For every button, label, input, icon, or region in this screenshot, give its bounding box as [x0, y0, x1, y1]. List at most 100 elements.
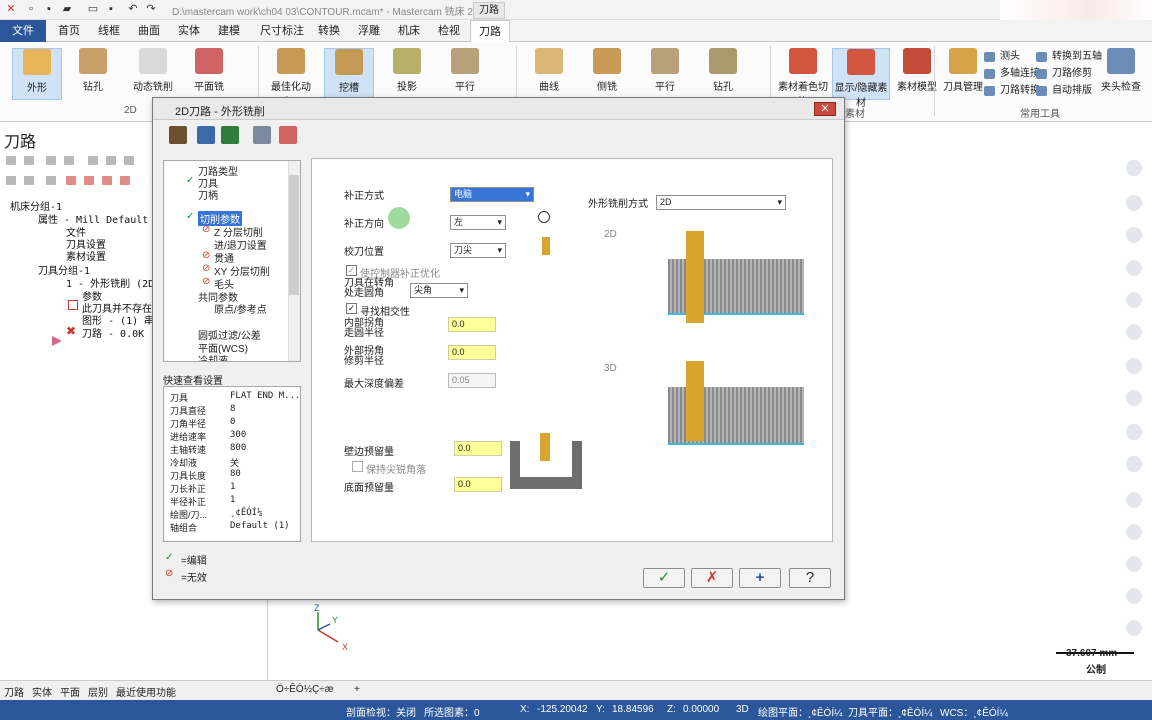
close-button[interactable]: ✕	[814, 102, 836, 116]
tree-scrollbar[interactable]	[288, 161, 300, 361]
tab-view[interactable]: 检视	[430, 20, 468, 42]
curve-button[interactable]: 曲线	[524, 48, 574, 100]
tab-levels-panel[interactable]: 层别	[88, 684, 108, 699]
select-all-icon[interactable]	[6, 156, 16, 165]
insert-arrow-icon[interactable]	[102, 176, 112, 185]
wall-stock-input[interactable]: 0.0	[454, 441, 502, 456]
toggle-display-icon[interactable]	[24, 176, 34, 185]
tab-model[interactable]: 建模	[210, 20, 248, 42]
stack-icon[interactable]	[1126, 524, 1142, 540]
tab-relief[interactable]: 浮雕	[350, 20, 388, 42]
graphics-viewport[interactable]	[845, 122, 1152, 680]
tree-coolant[interactable]: 冷却液	[198, 352, 228, 361]
trim-toolpath-button[interactable]: 刀路修剪	[1036, 67, 1092, 81]
selected-count[interactable]: 所选图素：0	[424, 704, 480, 719]
layers-icon[interactable]	[1126, 424, 1142, 440]
tree-properties[interactable]: 属性 - Mill Default	[38, 211, 148, 226]
cancel-button[interactable]: ✗	[691, 568, 733, 588]
tree-stock-setup[interactable]: 素材设置	[66, 248, 106, 263]
max-depth-input[interactable]: 0.05	[448, 373, 496, 388]
multi-drill-button[interactable]: 钻孔	[698, 48, 748, 100]
face-mill-button[interactable]: 平面铣	[184, 48, 234, 100]
tip-comp-select[interactable]: 刀尖	[450, 243, 506, 258]
tab-toolpaths[interactable]: 刀路	[470, 20, 510, 42]
insert-arrow-marker[interactable]	[52, 336, 62, 346]
inner-radius-input[interactable]: 0.0	[448, 317, 496, 332]
pan-icon[interactable]	[1126, 195, 1142, 211]
dialog-title-bar[interactable]: 2D刀路 - 外形铣削 ✕	[153, 98, 844, 120]
tab-wireframe[interactable]: 线框	[90, 20, 128, 42]
drill-button[interactable]: 钻孔	[68, 48, 118, 100]
tab-planes-panel[interactable]: 平面	[60, 684, 80, 699]
tab-dimension[interactable]: 尺寸标注	[252, 20, 312, 42]
post-icon[interactable]	[46, 176, 56, 185]
radio-2d[interactable]: 2D	[604, 229, 617, 240]
tool-manager-button[interactable]: 刀具管理	[938, 48, 988, 100]
zoom-in-icon[interactable]	[1126, 160, 1142, 176]
backplot-icon[interactable]	[88, 156, 98, 165]
project-button[interactable]: 投影	[382, 48, 432, 100]
gear-icon[interactable]	[1126, 292, 1142, 308]
optirough-button[interactable]: 最佳化动态...	[266, 48, 316, 108]
tag-icon[interactable]	[1126, 358, 1142, 374]
section-view-status[interactable]: 剖面检视：关闭	[346, 704, 416, 719]
multi-parallel-button[interactable]: 平行	[640, 48, 690, 100]
swarf-button[interactable]: 侧铣	[582, 48, 632, 100]
add-button[interactable]: +	[739, 568, 781, 588]
tab-surface[interactable]: 曲面	[130, 20, 168, 42]
fit-icon[interactable]	[1126, 260, 1142, 276]
settings-icon[interactable]	[1126, 588, 1142, 604]
parallel-button[interactable]: 平行	[440, 48, 490, 100]
redo-icon[interactable]: ↷	[144, 3, 158, 16]
tab-solids-panel[interactable]: 实体	[32, 684, 52, 699]
select-invalid-icon[interactable]	[24, 156, 34, 165]
open-icon[interactable]: ▰	[60, 3, 74, 16]
scroll-thumb[interactable]	[289, 175, 299, 295]
ok-button[interactable]: ✓	[643, 568, 685, 588]
view-icon[interactable]	[1126, 456, 1142, 472]
corner-select[interactable]: 尖角	[410, 283, 468, 298]
comp-dir-select[interactable]: 左	[450, 215, 506, 230]
tool-icon[interactable]	[169, 126, 187, 144]
tab-file[interactable]: 文件	[0, 20, 46, 42]
shading-icon[interactable]	[1126, 390, 1142, 406]
tab-solid[interactable]: 实体	[170, 20, 208, 42]
radio-3d[interactable]: 3D	[604, 363, 617, 374]
stock-shading-button[interactable]: 素材着色切换	[776, 48, 830, 108]
disable-icon[interactable]	[1126, 620, 1142, 636]
stock-display-button[interactable]: 显示/隐藏素材	[832, 48, 890, 109]
nesting-button[interactable]: 自动排版	[1036, 84, 1092, 98]
new-icon[interactable]: ▫	[24, 3, 38, 16]
mill-type-select[interactable]: 2D	[656, 195, 786, 210]
save-icon[interactable]: ▪	[42, 3, 56, 16]
dynamic-mill-button[interactable]: 动态铣削	[128, 48, 178, 100]
viewsheet-tab[interactable]: Ö÷ÊÓ½Ç÷æ	[276, 684, 334, 695]
multiaxis-link-button[interactable]: 多轴连接	[984, 67, 1040, 81]
tree-home-ref[interactable]: 原点/参考点	[214, 301, 267, 316]
clip-icon[interactable]	[1126, 492, 1142, 508]
floor-stock-input[interactable]: 0.0	[454, 477, 502, 492]
add-viewsheet-icon[interactable]: +	[354, 684, 360, 695]
tab-recent-panel[interactable]: 最近使用功能	[116, 684, 176, 699]
color-icon[interactable]	[1126, 556, 1142, 572]
move-up-icon[interactable]	[84, 176, 94, 185]
preview-icon[interactable]	[253, 126, 271, 144]
measure-icon[interactable]	[1126, 324, 1142, 340]
rotate-icon[interactable]	[1126, 227, 1142, 243]
save-as-icon[interactable]	[221, 126, 239, 144]
wcs-plane[interactable]: WCS：¸¢ÊÓÍ¼	[940, 704, 1008, 719]
tab-home[interactable]: 首页	[50, 20, 88, 42]
verify-icon[interactable]	[106, 156, 116, 165]
probe-button[interactable]: 测头	[984, 50, 1020, 64]
regenerate-icon[interactable]	[46, 156, 56, 165]
tab-transform[interactable]: 转换	[310, 20, 348, 42]
keep-sharp-checkbox[interactable]	[352, 461, 363, 472]
outer-radius-input[interactable]: 0.0	[448, 345, 496, 360]
scroll-icon[interactable]	[120, 176, 130, 185]
lock-icon[interactable]	[6, 176, 16, 185]
convert-5axis-button[interactable]: 转换到五轴	[1036, 50, 1102, 64]
holder-check-button[interactable]: 夹头检查	[1096, 48, 1146, 100]
save-icon[interactable]	[197, 126, 215, 144]
comp-type-select[interactable]: 电脑	[450, 187, 534, 202]
simulate-icon[interactable]	[124, 156, 134, 165]
